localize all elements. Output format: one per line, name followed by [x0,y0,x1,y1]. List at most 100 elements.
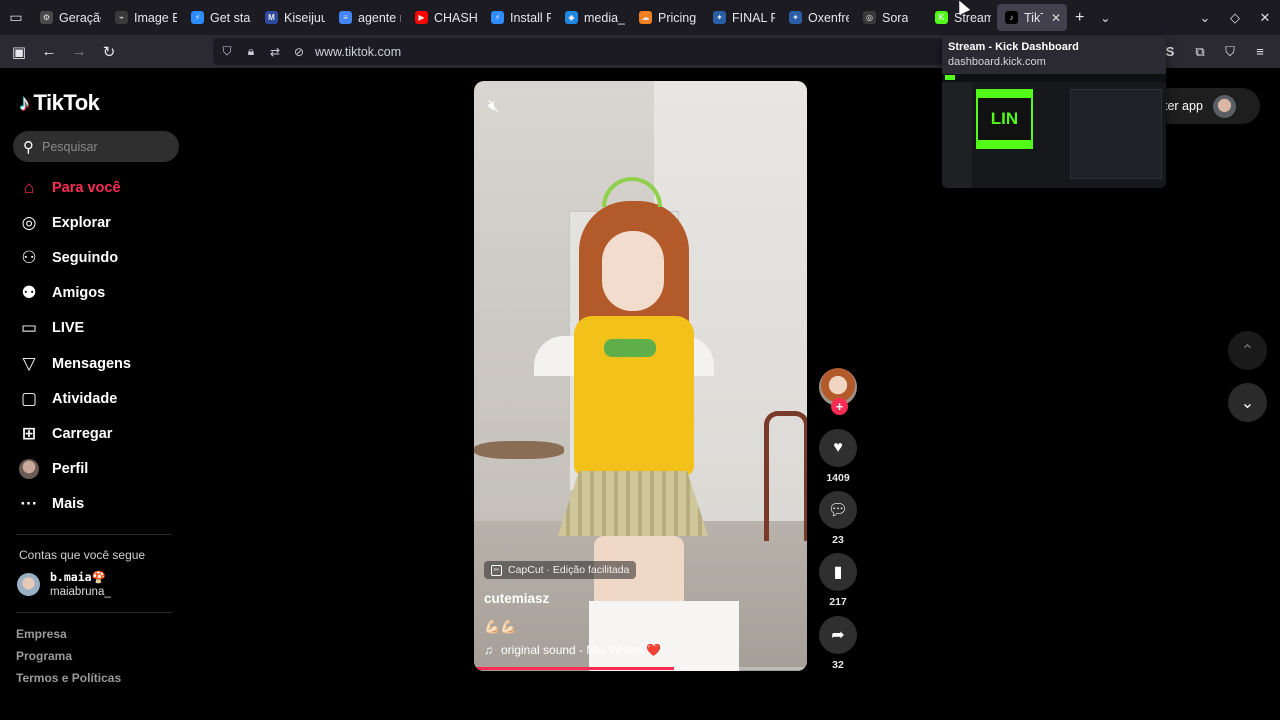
favicon-icon: M [265,11,278,24]
profile-avatar [19,459,39,480]
search-box[interactable]: ⚲ [13,131,179,162]
favicon-icon: ✦ [789,11,802,24]
following-account[interactable]: b.maia🍄 maiabruna_ [17,570,111,598]
compass-icon: ◎ [21,212,37,232]
comment-button[interactable]: 💬︎ [819,491,857,529]
extensions-icon[interactable]: ⧉ [1188,44,1212,60]
follow-plus-icon[interactable]: + [831,398,848,415]
menu-icon[interactable]: ≡ [1248,44,1272,59]
favicon-icon: ◎ [863,11,876,24]
mute-icon[interactable]: 🔇︎ [488,96,499,116]
like-button[interactable]: ♥ [819,429,857,467]
footer-link[interactable]: Programa [16,649,121,663]
back-button[interactable]: ← [34,35,64,68]
comment-count: 23 [832,534,844,546]
tab-2[interactable]: ⚡ Get star [183,4,257,31]
tab-9[interactable]: ✦ FINAL FA [705,4,781,31]
video-music[interactable]: ♫ original sound - Mia Whitte ❤️ [484,643,661,657]
get-app-label: ter app [1164,99,1203,113]
ublock-icon[interactable]: ⛉ [1218,44,1242,60]
tiktok-note-icon: ♪ [19,90,30,115]
avatar [19,459,39,480]
tab-10[interactable]: ✦ Oxenfre [781,4,855,31]
search-icon: ⚲ [23,138,34,156]
menu-item-label: Mensagens [52,355,131,372]
previous-video-button[interactable]: ⌃ [1228,331,1267,370]
next-video-button[interactable]: ⌄ [1228,383,1267,422]
tab-1[interactable]: ⌁ Image E [107,4,183,31]
menu-item-explorar[interactable]: ◎ Explorar [0,205,200,240]
footer-link[interactable]: Termos e Políticas [16,671,121,685]
favicon-icon: ⚡ [491,11,504,24]
new-tab-button[interactable]: + [1067,4,1092,31]
favicon-icon: ⚡ [191,11,204,24]
menu-item-perfil[interactable]: Perfil [0,452,200,487]
url-bar[interactable]: ⛉ 🔒︎ ⇄ ⊘ www.tiktok.com [213,38,943,65]
video-player[interactable]: 🔇︎ ✂ CapCut · Edição facilitada cutemias… [474,81,807,671]
save-button[interactable]: ▮ [819,553,857,591]
video-author[interactable]: cutemiasz [484,591,549,606]
live-icon: ▭ [20,318,38,338]
search-input[interactable] [42,139,162,154]
tab-list-chevron[interactable]: ⌄ [1092,4,1118,31]
video-progress-bar[interactable] [474,667,807,670]
menu-item-mais[interactable]: ··· Mais [0,487,200,522]
thumb-chat-panel [1070,89,1162,179]
main-menu: ⌂ Para você ◎ Explorar ⚇ Seguindo ⚉ Amigos ▭ LIVE… [0,170,200,522]
close-window-icon[interactable]: ✕ [1250,10,1280,26]
favicon-icon: ⌁ [115,11,128,24]
tab-7[interactable]: ◆ media_k [557,4,631,31]
tab-8[interactable]: ☁ Pricing [631,4,705,31]
tab-6[interactable]: ⚡ Install Fl [483,4,557,31]
shield-icon[interactable]: ⛉ [219,44,235,59]
lock-icon[interactable]: 🔒︎ [243,44,259,59]
tab-11[interactable]: ◎ Sora [855,4,927,31]
logo-text: TikTok [33,90,100,115]
menu-item-seguindo[interactable]: ⚇ Seguindo [0,240,200,275]
reload-button[interactable]: ↻ [94,35,124,68]
menu-item-amigos[interactable]: ⚉ Amigos [0,276,200,311]
menu-item-live[interactable]: ▭ LIVE [0,311,200,346]
restore-icon[interactable]: ◇ [1220,10,1250,26]
favicon-icon: K [935,11,948,24]
sidebar-toggle-icon[interactable]: ▣ [4,35,34,68]
menu-item-para-você[interactable]: ⌂ Para você [0,170,200,205]
tab-label: media_k [584,10,625,25]
tiktok-sidebar: ♪ TikTok ⚲ ⌂ Para você ◎ Explorar ⚇ Seguindo ⚉… [0,68,200,720]
more-icon: ··· [20,494,38,514]
tab-3[interactable]: M Kiseijuu [257,4,331,31]
tab-overview-icon[interactable]: ▭ [0,0,32,35]
tiktok-logo[interactable]: ♪ TikTok [19,90,100,116]
user-avatar[interactable] [1212,94,1236,118]
tracking-icon[interactable]: ⊘ [291,45,307,59]
chevron-down-icon: ⌄ [1240,394,1255,412]
url-text[interactable]: www.tiktok.com [315,45,401,59]
menu-item-carregar[interactable]: ⊞ Carregar [0,416,200,451]
tab-13[interactable]: ♪ TikTok ✕ [997,4,1067,31]
menu-item-mensagens[interactable]: ▽ Mensagens [0,346,200,381]
tab-label: Sora [882,10,909,25]
capcut-badge[interactable]: ✂ CapCut · Edição facilitada [484,561,637,579]
get-app-button[interactable]: ter app [1150,88,1260,124]
forward-button[interactable]: → [64,35,94,68]
footer-link[interactable]: Empresa [16,627,121,641]
tab-0[interactable]: ⚙ Geração [32,4,107,31]
tab-label: CHASHK [434,10,477,25]
kick-logo-icon [945,75,955,80]
home-icon: ⌂ [23,177,35,197]
minimize-icon[interactable]: ⌄ [1190,10,1220,26]
share-icon: ➦ [831,627,845,644]
thumb-topbar [942,74,1166,82]
menu-item-atividade[interactable]: ▢ Atividade [0,381,200,416]
tab-label: agente r [358,10,401,25]
permissions-icon[interactable]: ⇄ [267,45,283,59]
tab-label: Pricing [658,10,697,25]
close-tab-icon[interactable]: ✕ [1051,11,1061,25]
footer-links: Empresa Programa Termos e Políticas [16,627,121,693]
progress-fill [474,667,674,670]
avatar[interactable] [17,572,40,596]
tab-4[interactable]: ≡ agente r [331,4,407,31]
share-button[interactable]: ➦ [819,616,857,654]
favicon-icon: ⚙ [40,11,53,24]
tab-5[interactable]: ▶ CHASHK [407,4,483,31]
